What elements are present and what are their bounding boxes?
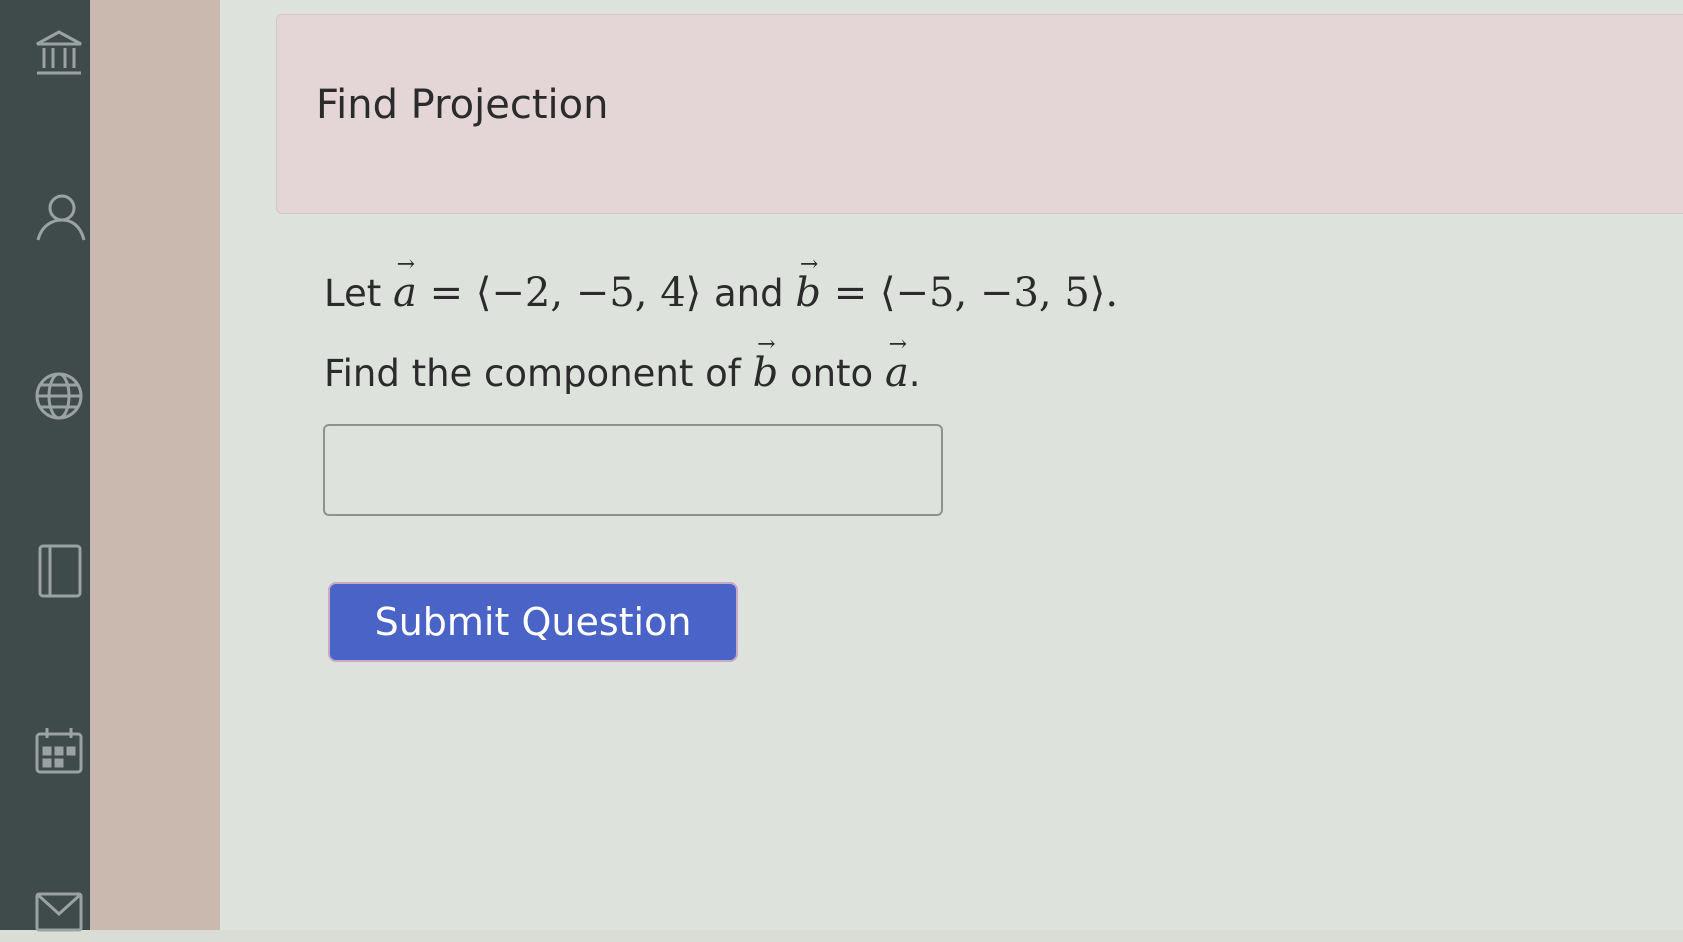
vector-b-value: = ⟨−5, −3, 5⟩. — [833, 270, 1119, 316]
prompt-end: . — [908, 352, 921, 395]
prompt-mid: onto — [789, 352, 874, 395]
prompt-vector-a: a — [885, 350, 909, 396]
prompt-prefix: Find the component of — [324, 352, 741, 395]
let-label: Let — [324, 272, 382, 315]
institution-icon[interactable] — [28, 22, 90, 84]
vector-b-symbol: b — [795, 270, 821, 316]
calendar-icon[interactable] — [28, 720, 90, 782]
book-icon[interactable] — [28, 540, 90, 602]
answer-input[interactable] — [323, 424, 943, 516]
page-title: Find Projection — [316, 82, 609, 128]
and-label: and — [713, 272, 784, 315]
submit-question-button[interactable]: Submit Question — [328, 582, 738, 662]
prompt-vector-b: b — [753, 350, 779, 396]
user-icon[interactable] — [28, 186, 90, 248]
vector-a-symbol: a — [393, 270, 417, 316]
globe-icon[interactable] — [28, 365, 90, 427]
question-page: Find Projection Let a = ⟨−2, −5, 4⟩ and … — [220, 0, 1683, 930]
question-statement: Let a = ⟨−2, −5, 4⟩ and b = ⟨−5, −3, 5⟩. — [324, 270, 1118, 316]
vector-a-value: = ⟨−2, −5, 4⟩ — [429, 270, 702, 316]
window-frame — [90, 0, 220, 930]
mail-icon[interactable] — [28, 880, 90, 942]
sidebar — [0, 0, 90, 932]
question-prompt: Find the component of b onto a. — [324, 350, 921, 396]
